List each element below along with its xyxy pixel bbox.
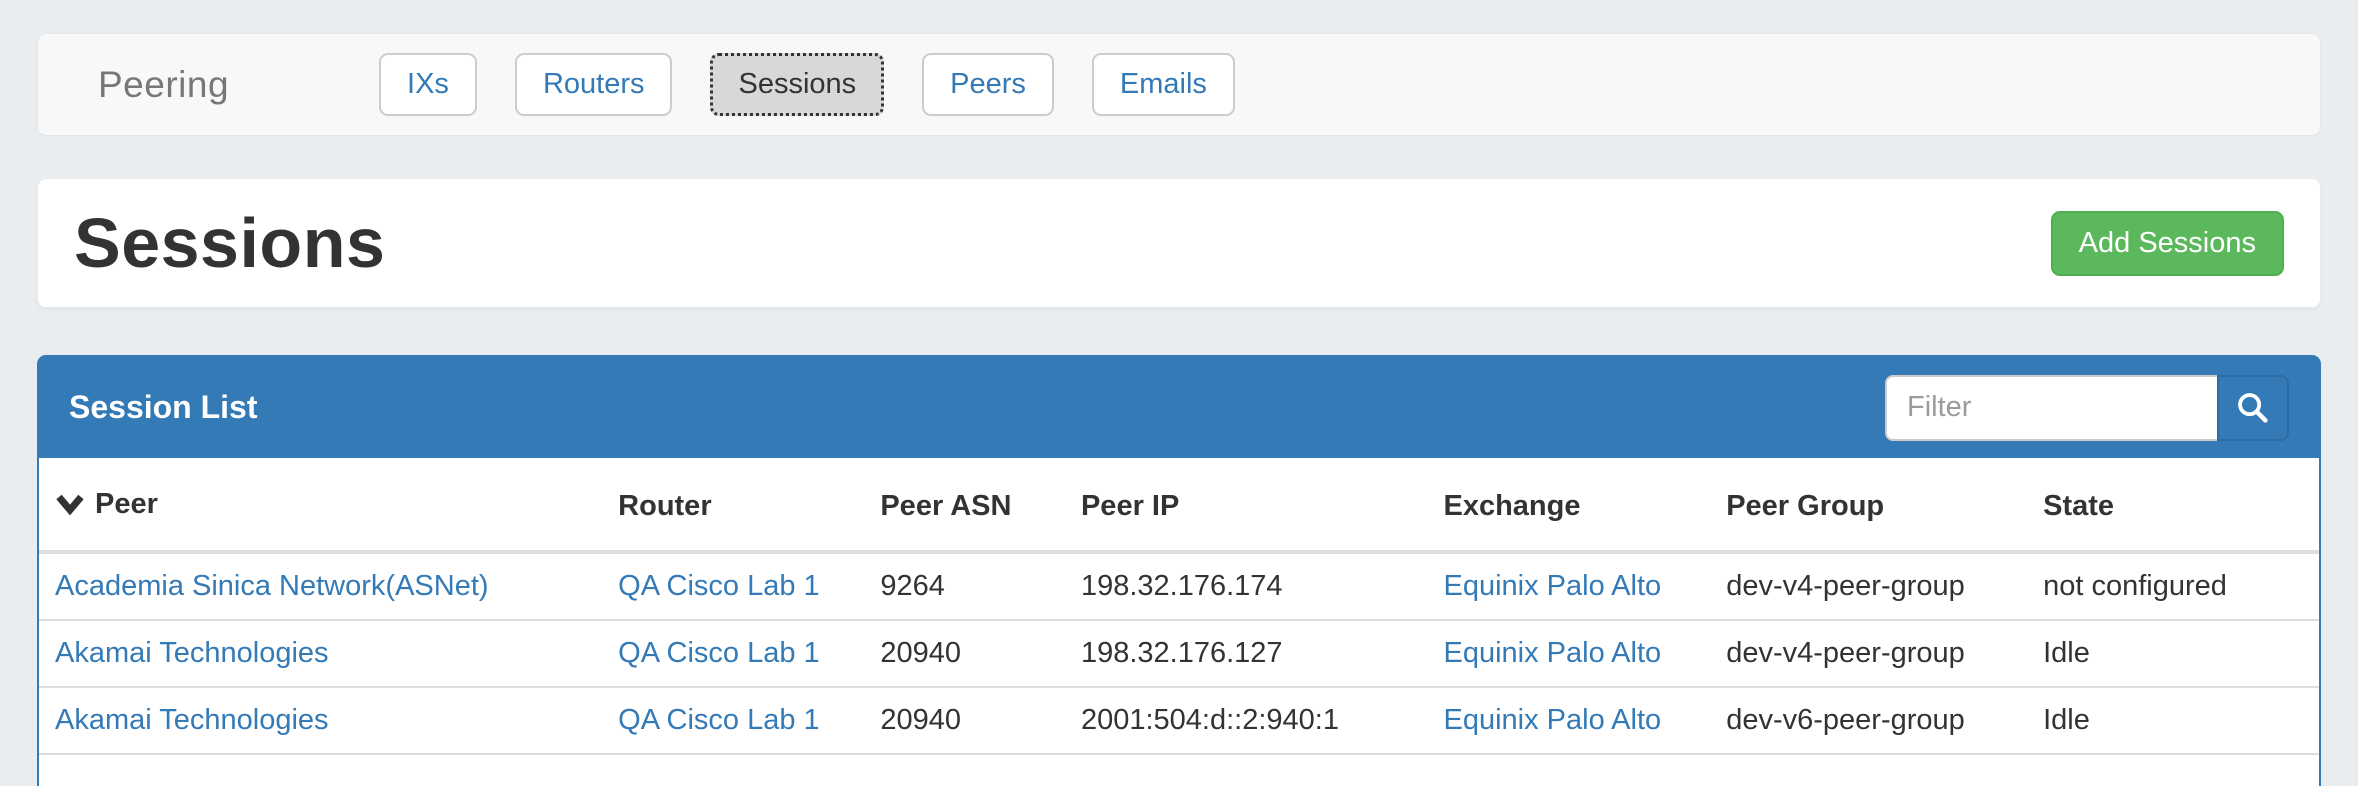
state-value: Idle (2027, 687, 2319, 754)
panel-title: Session List (69, 389, 258, 426)
state-value: Idle (2027, 620, 2319, 687)
filter-input[interactable] (1885, 375, 2217, 441)
tab-routers[interactable]: Routers (515, 53, 673, 116)
peer-link[interactable]: Akamai Technologies (55, 637, 329, 669)
session-list-header: Session List (39, 357, 2319, 458)
peer-group-value: dev-v4-peer-group (1710, 620, 2027, 687)
top-navbar: Peering IXs Routers Sessions Peers Email… (37, 33, 2321, 136)
peer-ip-value: 2001:504:d::2:940:1 (1065, 687, 1428, 754)
state-value: not configured (2027, 552, 2319, 620)
sessions-table: Peer Router Peer ASN Peer IP Exchange Pe… (39, 458, 2319, 755)
peer-ip-value: 198.32.176.174 (1065, 552, 1428, 620)
router-link[interactable]: QA Cisco Lab 1 (618, 704, 820, 736)
filter-search-button[interactable] (2217, 375, 2289, 441)
peer-asn-value: 20940 (864, 620, 1065, 687)
peer-group-value: dev-v6-peer-group (1710, 687, 2027, 754)
app-brand: Peering (68, 64, 259, 106)
column-header-router[interactable]: Router (602, 458, 864, 552)
column-header-peer-ip[interactable]: Peer IP (1065, 458, 1428, 552)
table-row: Akamai Technologies QA Cisco Lab 1 20940… (39, 620, 2319, 687)
router-link[interactable]: QA Cisco Lab 1 (618, 637, 820, 669)
table-row: Academia Sinica Network(ASNet) QA Cisco … (39, 552, 2319, 620)
search-icon (2235, 390, 2271, 426)
peer-asn-value: 9264 (864, 552, 1065, 620)
peer-ip-value: 198.32.176.127 (1065, 620, 1428, 687)
tab-ixs[interactable]: IXs (379, 53, 477, 116)
tab-peers[interactable]: Peers (922, 53, 1054, 116)
page-title: Sessions (74, 203, 385, 283)
column-header-peer[interactable]: Peer (39, 458, 602, 552)
table-row: Akamai Technologies QA Cisco Lab 1 20940… (39, 687, 2319, 754)
session-list-panel: Session List (37, 355, 2321, 786)
add-sessions-button[interactable]: Add Sessions (2051, 211, 2284, 276)
column-header-exchange[interactable]: Exchange (1427, 458, 1710, 552)
table-header-row: Peer Router Peer ASN Peer IP Exchange Pe… (39, 458, 2319, 552)
router-link[interactable]: QA Cisco Lab 1 (618, 570, 820, 602)
tab-emails[interactable]: Emails (1092, 53, 1235, 116)
exchange-link[interactable]: Equinix Palo Alto (1443, 704, 1661, 736)
exchange-link[interactable]: Equinix Palo Alto (1443, 637, 1661, 669)
column-header-state[interactable]: State (2027, 458, 2319, 552)
column-header-peer-asn[interactable]: Peer ASN (864, 458, 1065, 552)
filter-group (1885, 375, 2289, 441)
chevron-down-icon (55, 491, 85, 524)
peer-group-value: dev-v4-peer-group (1710, 552, 2027, 620)
peer-link[interactable]: Akamai Technologies (55, 704, 329, 736)
peer-asn-value: 20940 (864, 687, 1065, 754)
page-header-card: Sessions Add Sessions (37, 178, 2321, 308)
column-header-peer-group[interactable]: Peer Group (1710, 458, 2027, 552)
exchange-link[interactable]: Equinix Palo Alto (1443, 570, 1661, 602)
peer-link[interactable]: Academia Sinica Network(ASNet) (55, 570, 489, 602)
tab-sessions[interactable]: Sessions (710, 53, 884, 116)
